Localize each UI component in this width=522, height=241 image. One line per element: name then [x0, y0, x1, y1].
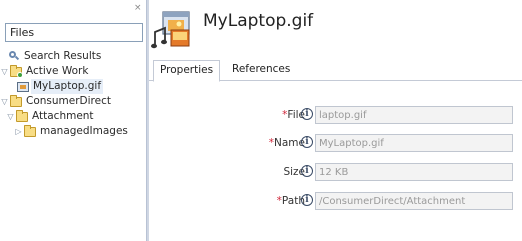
tree-item-attachment[interactable]: ▽ Attachment [0, 109, 146, 124]
tab-references[interactable]: References [226, 60, 296, 81]
tree-item-label: Attachment [32, 110, 94, 122]
size-field: 12 KB [315, 163, 513, 181]
page-title: MyLaptop.gif [203, 11, 314, 31]
info-icon[interactable]: i [301, 194, 313, 206]
path-field[interactable]: /ConsumerDirect/Attachment [315, 192, 513, 210]
folder-icon [24, 125, 36, 137]
info-icon[interactable]: i [301, 165, 313, 177]
form-row-file: *File i laptop.gif [149, 106, 522, 124]
field-label: *File [282, 109, 305, 121]
search-icon [9, 51, 20, 61]
name-field[interactable]: MyLaptop.gif [315, 134, 513, 152]
field-label: Size [283, 166, 305, 178]
form-row-path: *Path i /ConsumerDirect/Attachment [149, 192, 522, 210]
close-icon[interactable]: × [134, 3, 142, 13]
form-row-size: Size i 12 KB [149, 163, 522, 181]
chevron-down-icon[interactable]: ▽ [0, 64, 9, 79]
folder-icon [10, 95, 22, 107]
search-input[interactable] [5, 23, 143, 42]
file-field[interactable]: laptop.gif [315, 106, 513, 124]
tree-item-label: Search Results [24, 50, 102, 62]
tree-item-mylaptop-gif[interactable]: MyLaptop.gif [0, 79, 146, 94]
tree-item-label: managedImages [40, 125, 128, 137]
tab-properties[interactable]: Properties [153, 60, 221, 82]
tree-item-search-results[interactable]: Search Results [0, 49, 146, 64]
navigator-tree: Search Results ▽ Active Work MyLaptop.gi… [0, 49, 146, 139]
tab-bar: Properties References [149, 58, 522, 82]
navigator-panel: × Search Results ▽ Active Work MyLaptop.… [0, 0, 146, 241]
tree-item-label: Active Work [26, 65, 89, 77]
field-label: *Name [268, 137, 305, 149]
folder-icon [16, 110, 28, 122]
tree-item-managedimages[interactable]: ▷ managedImages [0, 124, 146, 139]
gif-file-icon [151, 10, 193, 50]
editor-panel: MyLaptop.gif Properties References *File… [149, 0, 522, 241]
tree-item-active-work[interactable]: ▽ Active Work [0, 64, 146, 79]
chevron-down-icon[interactable]: ▽ [0, 94, 9, 109]
info-icon[interactable]: i [301, 108, 313, 120]
form-row-name: *Name i MyLaptop.gif [149, 134, 522, 152]
tree-item-consumerdirect[interactable]: ▽ ConsumerDirect [0, 94, 146, 109]
info-icon[interactable]: i [301, 136, 313, 148]
gif-file-icon [17, 82, 29, 92]
tree-item-label: MyLaptop.gif [31, 79, 104, 94]
folder-icon [10, 65, 23, 78]
field-label: *Path [276, 195, 305, 207]
tree-item-label: ConsumerDirect [26, 95, 111, 107]
chevron-right-icon[interactable]: ▷ [14, 124, 23, 139]
chevron-down-icon[interactable]: ▽ [6, 109, 15, 124]
